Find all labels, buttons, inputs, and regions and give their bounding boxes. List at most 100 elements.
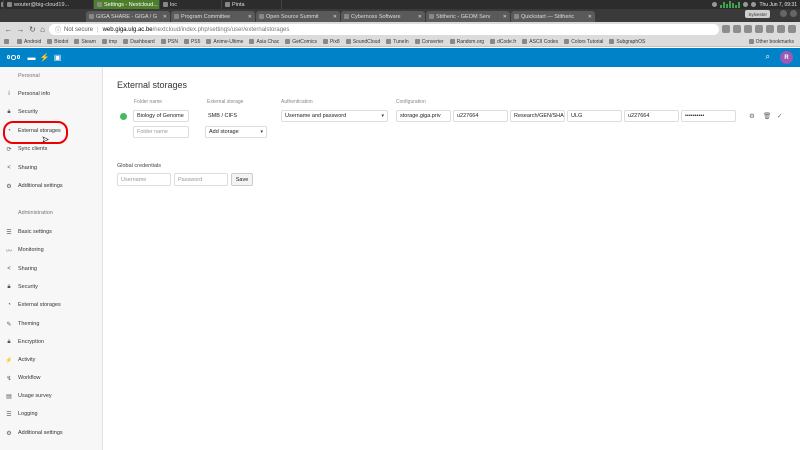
bookmark[interactable]: Random.org [449,39,484,45]
extension-icon[interactable] [777,25,785,33]
global-password-input[interactable]: Password [174,173,228,186]
domain-input[interactable]: ULG [567,110,622,122]
close-icon[interactable]: ✕ [163,14,167,20]
close-icon[interactable]: ✕ [248,14,252,20]
bookmark[interactable]: Steam [74,39,96,45]
add-storage-select[interactable]: Add storage [205,126,267,138]
profile-button[interactable]: Sylvester [745,10,770,18]
nextcloud-logo-icon[interactable] [7,53,20,61]
sync-icon: ⟳ [6,146,12,153]
browser-tab[interactable]: Stitheric - GEOM Serv ✕ [426,11,510,22]
authentication-select[interactable]: Username and password [281,110,388,122]
minimize-icon[interactable] [780,10,787,17]
bookmark[interactable]: Anime-Ultime [206,39,243,45]
address-bar[interactable]: ⓘ Not secure | web.giga.ulg.ac.be/nextcl… [49,24,719,35]
save-check-icon[interactable]: ✓ [777,112,782,120]
sidebar-item-monitoring[interactable]: 〰 Monitoring [0,244,103,256]
share-input[interactable]: u227664 [453,110,508,122]
bookmark[interactable]: TuneIn [386,39,409,45]
folder-icon [748,39,754,44]
bluetooth-icon[interactable] [712,2,718,7]
taskbar-item-browser[interactable]: Settings - Nextcloud... [94,0,160,9]
sidebar-item-additional-settings-admin[interactable]: ⚙ Additional settings [0,427,103,439]
bookmark[interactable]: Converter [414,39,444,45]
network-icon[interactable] [743,2,749,7]
browser-tab[interactable]: Open Source Summit ✕ [256,11,340,22]
activity-icon[interactable]: ⚡ [40,53,50,62]
search-icon[interactable]: ⌕ [766,52,770,62]
taskbar-item-pinta[interactable]: Pinta [222,0,282,9]
extension-icon[interactable] [755,25,763,33]
sidebar-item-sharing[interactable]: < Sharing [0,162,103,174]
back-icon[interactable]: ← [4,25,13,34]
browser-tab[interactable]: Cybernoss Software ✕ [341,11,425,22]
close-icon[interactable]: ✕ [418,14,422,20]
other-bookmarks[interactable]: Other bookmarks [748,39,794,45]
folder-name-input[interactable]: Biology of Genome [133,110,189,122]
new-folder-name-input[interactable]: Folder name [133,126,189,138]
browser-tab[interactable]: Quickstart — Stitheric ✕ [511,11,595,22]
bookmark[interactable]: Colors Tutorial [564,39,603,45]
extension-icon[interactable] [733,25,741,33]
taskbar-item-folder[interactable]: loc [160,0,222,9]
delete-icon[interactable]: 🗑︎ [763,112,771,120]
extension-icon[interactable] [744,25,752,33]
clock[interactable]: Thu Jun 7, 09:31 [759,2,797,8]
home-icon[interactable]: ⌂ [38,25,47,34]
sidebar-item-personal-info[interactable]: i Personal info [0,88,103,100]
bookmark-star-icon[interactable] [722,25,730,33]
save-button[interactable]: Save [231,173,253,186]
volume-icon[interactable] [751,2,757,7]
reload-icon[interactable]: ↻ [28,25,37,34]
bookmark[interactable]: ASCII Codes [522,39,558,45]
column-header-authentication: Authentication [281,99,313,105]
bookmark[interactable]: PSN [160,39,178,45]
info-icon[interactable]: ⓘ [55,25,61,34]
browser-tab[interactable]: Program Committee ✕ [171,11,255,22]
bookmark[interactable]: GetComics [285,39,317,45]
sidebar-item-activity[interactable]: ⚡ Activity [0,354,103,366]
sidebar-item-sync-clients[interactable]: ⟳ Sync clients [0,143,103,155]
bookmark[interactable]: SubgraphOS [609,39,645,45]
sidebar-item-encryption[interactable]: 🔒︎ Encryption [0,336,103,348]
settings-gear-icon[interactable]: ⚙ [749,112,755,120]
sidebar-item-usage-survey[interactable]: ▤ Usage survey [0,390,103,402]
bookmark[interactable]: dCode.fr [490,39,516,45]
sidebar-item-additional-settings[interactable]: ⚙ Additional settings [0,180,103,192]
sidebar-item-security[interactable]: 🔒︎ Security [0,106,103,118]
close-window-icon[interactable] [790,10,797,17]
gallery-icon[interactable]: ▣ [53,53,62,62]
browser-menu-icon[interactable] [788,25,796,33]
bookmark[interactable]: SoundCloud [345,39,380,45]
bookmark[interactable]: Biodot [47,39,68,45]
bookmark[interactable]: Android [17,39,41,45]
forward-icon[interactable]: → [16,25,25,34]
bookmark[interactable]: Dashboard [123,39,155,45]
password-input[interactable]: •••••••••• [681,110,736,122]
bookmark[interactable]: tmp [101,39,117,45]
taskbar-item-terminal[interactable]: wouter@big-cloud19... [4,0,94,9]
bookmark[interactable]: Pix8 [322,39,340,45]
remote-subfolder-input[interactable]: Research/GEN/SHA [510,110,565,122]
sidebar-item-sharing-admin[interactable]: < Sharing [0,263,103,275]
sidebar-item-logging[interactable]: ☰ Logging [0,408,103,420]
apps-icon[interactable] [4,39,11,44]
close-icon[interactable]: ✕ [588,14,592,20]
sidebar-item-theming[interactable]: ✎ Theming [0,318,103,330]
user-input[interactable]: u227664 [624,110,679,122]
extension-icon[interactable] [766,25,774,33]
browser-tab[interactable]: GIGA SHARE - GIGA / G ✕ [86,11,170,22]
avatar[interactable]: R [780,51,793,64]
close-icon[interactable]: ✕ [333,14,337,20]
files-icon[interactable]: ▬ [27,53,36,62]
global-username-input[interactable]: Username [117,173,171,186]
close-icon[interactable]: ✕ [503,14,507,20]
sidebar-item-basic-settings[interactable]: ☰ Basic settings [0,226,103,238]
sidebar-item-workflow[interactable]: ↯ Workflow [0,372,103,384]
status-ok-icon [120,113,127,120]
bookmark[interactable]: Asia Chac [249,39,279,45]
sidebar-item-external-storages-admin[interactable]: ◔ External storages [0,299,103,311]
host-input[interactable]: storage.giga.priv [396,110,451,122]
bookmark[interactable]: PS5 [183,39,200,45]
sidebar-item-security-admin[interactable]: 🔒︎ Security [0,281,103,293]
